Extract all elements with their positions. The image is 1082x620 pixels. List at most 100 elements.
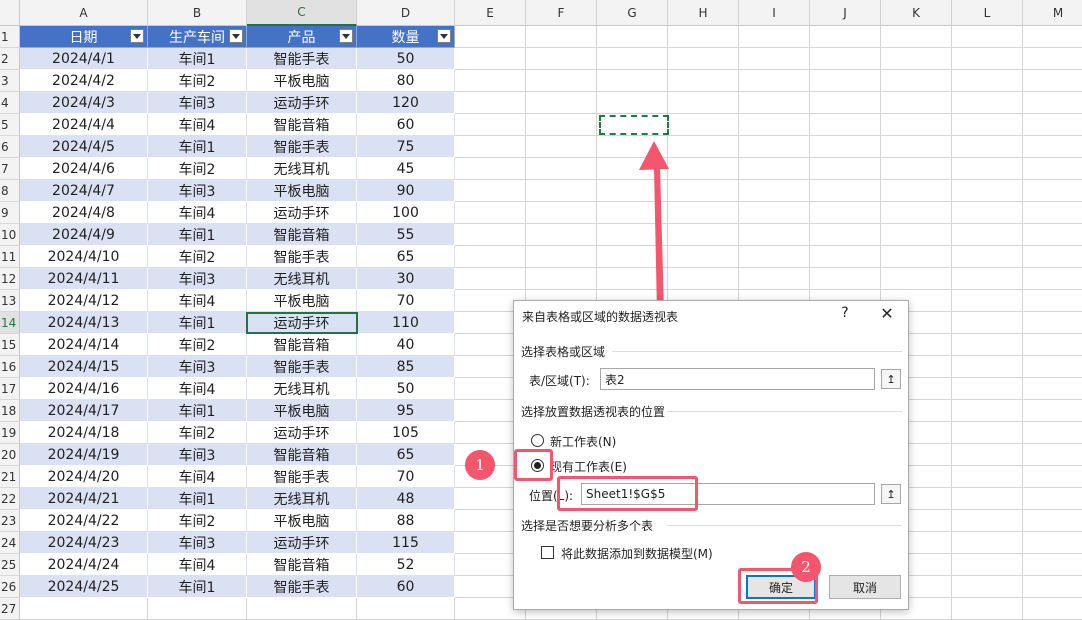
cell[interactable] — [739, 48, 810, 70]
filter-dropdown-icon[interactable] — [339, 29, 353, 43]
table-header-cell[interactable]: 产品 — [247, 26, 357, 48]
cell[interactable] — [952, 510, 1023, 532]
filter-dropdown-icon[interactable] — [229, 29, 243, 43]
cell[interactable] — [952, 378, 1023, 400]
table-cell[interactable]: 115 — [357, 532, 455, 554]
cell[interactable] — [881, 136, 952, 158]
cell[interactable] — [455, 224, 526, 246]
table-cell[interactable]: 65 — [357, 246, 455, 268]
table-cell[interactable]: 2024/4/25 — [20, 576, 148, 598]
table-cell[interactable]: 45 — [357, 158, 455, 180]
cell[interactable] — [455, 268, 526, 290]
cell[interactable] — [810, 92, 881, 114]
table-cell[interactable]: 40 — [357, 334, 455, 356]
cell[interactable] — [1023, 598, 1082, 620]
table-cell[interactable]: 120 — [357, 92, 455, 114]
row-header[interactable]: 12 — [0, 268, 20, 290]
table-cell[interactable]: 无线耳机 — [247, 488, 357, 510]
cell[interactable] — [526, 246, 597, 268]
cell[interactable] — [597, 48, 668, 70]
row-header[interactable]: 22 — [0, 488, 20, 510]
table-cell[interactable]: 车间4 — [148, 202, 247, 224]
cell[interactable] — [1023, 400, 1082, 422]
cell[interactable] — [455, 180, 526, 202]
cell[interactable] — [357, 598, 455, 620]
cell[interactable] — [1023, 466, 1082, 488]
cell[interactable] — [597, 92, 668, 114]
table-cell[interactable]: 2024/4/13 — [20, 312, 148, 334]
cell[interactable] — [597, 136, 668, 158]
column-header-c[interactable]: C — [247, 0, 357, 26]
table-cell[interactable]: 48 — [357, 488, 455, 510]
column-header-b[interactable]: B — [148, 0, 247, 26]
table-cell[interactable]: 2024/4/16 — [20, 378, 148, 400]
table-cell[interactable]: 智能音箱 — [247, 114, 357, 136]
row-header[interactable]: 7 — [0, 158, 20, 180]
cell[interactable] — [881, 48, 952, 70]
table-cell[interactable]: 车间1 — [148, 48, 247, 70]
table-cell[interactable]: 2024/4/22 — [20, 510, 148, 532]
cell[interactable] — [597, 26, 668, 48]
cell[interactable] — [952, 246, 1023, 268]
column-header-g[interactable]: G — [597, 0, 668, 26]
cell[interactable] — [739, 26, 810, 48]
column-header-h[interactable]: H — [668, 0, 739, 26]
cell[interactable] — [1023, 290, 1082, 312]
table-cell[interactable]: 车间4 — [148, 378, 247, 400]
table-cell[interactable]: 智能手表 — [247, 466, 357, 488]
table-cell[interactable]: 30 — [357, 268, 455, 290]
cell[interactable] — [455, 246, 526, 268]
cell[interactable] — [1023, 202, 1082, 224]
cell[interactable] — [668, 70, 739, 92]
cell[interactable] — [1023, 136, 1082, 158]
table-cell[interactable]: 65 — [357, 444, 455, 466]
table-cell[interactable]: 75 — [357, 136, 455, 158]
table-cell[interactable]: 2024/4/18 — [20, 422, 148, 444]
cell[interactable] — [952, 290, 1023, 312]
table-header-cell[interactable]: 数量 — [357, 26, 455, 48]
cell[interactable] — [668, 136, 739, 158]
table-cell[interactable]: 2024/4/21 — [20, 488, 148, 510]
row-header[interactable]: 9 — [0, 202, 20, 224]
cell[interactable] — [810, 114, 881, 136]
cell[interactable] — [739, 114, 810, 136]
row-header[interactable]: 11 — [0, 246, 20, 268]
table-cell[interactable]: 2024/4/1 — [20, 48, 148, 70]
table-cell[interactable]: 50 — [357, 378, 455, 400]
cell[interactable] — [952, 400, 1023, 422]
cell[interactable] — [881, 224, 952, 246]
table-cell[interactable]: 2024/4/3 — [20, 92, 148, 114]
cell[interactable] — [952, 26, 1023, 48]
cell[interactable] — [526, 48, 597, 70]
cell[interactable] — [1023, 180, 1082, 202]
table-cell[interactable]: 车间3 — [148, 356, 247, 378]
table-cell[interactable]: 车间3 — [148, 532, 247, 554]
row-header[interactable]: 18 — [0, 400, 20, 422]
table-cell[interactable]: 智能音箱 — [247, 444, 357, 466]
cell[interactable] — [597, 246, 668, 268]
row-header[interactable]: 27 — [0, 598, 20, 620]
cell[interactable] — [1023, 224, 1082, 246]
table-cell[interactable]: 运动手环 — [247, 422, 357, 444]
cell[interactable] — [1023, 158, 1082, 180]
cell[interactable] — [739, 158, 810, 180]
cell[interactable] — [739, 136, 810, 158]
cell[interactable] — [952, 158, 1023, 180]
column-header-a[interactable]: A — [20, 0, 148, 26]
table-cell[interactable]: 95 — [357, 400, 455, 422]
table-cell[interactable]: 2024/4/6 — [20, 158, 148, 180]
row-header[interactable]: 26 — [0, 576, 20, 598]
cell[interactable] — [881, 180, 952, 202]
table-cell[interactable]: 车间2 — [148, 422, 247, 444]
cell[interactable] — [881, 26, 952, 48]
cell[interactable] — [810, 70, 881, 92]
table-cell[interactable]: 105 — [357, 422, 455, 444]
cell[interactable] — [668, 158, 739, 180]
table-cell[interactable]: 2024/4/14 — [20, 334, 148, 356]
row-header[interactable]: 8 — [0, 180, 20, 202]
cell[interactable] — [668, 92, 739, 114]
cell[interactable] — [1023, 246, 1082, 268]
cell[interactable] — [1023, 92, 1082, 114]
cell[interactable] — [597, 202, 668, 224]
table-cell[interactable]: 车间1 — [148, 136, 247, 158]
